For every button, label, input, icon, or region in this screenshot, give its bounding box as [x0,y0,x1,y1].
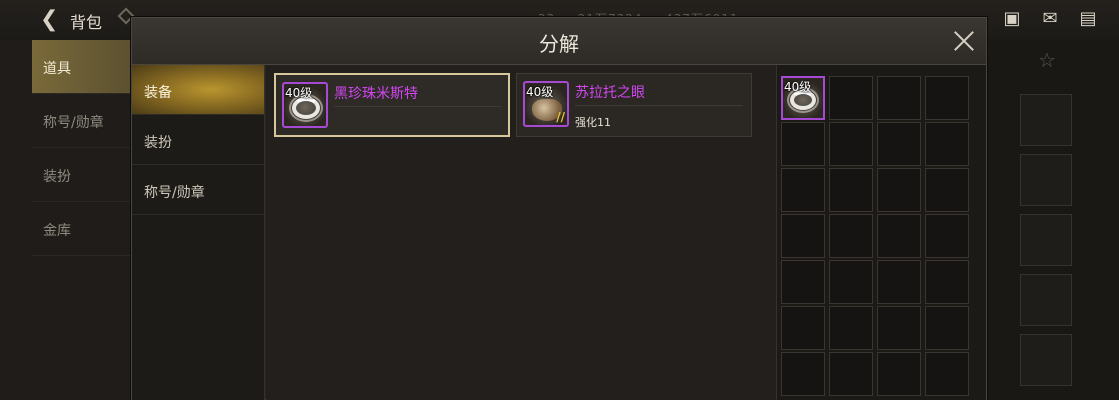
slot-level: 40级 [784,80,812,94]
tab-title-medal[interactable]: 称号/勋章 [132,165,264,215]
decompose-slot[interactable] [829,306,873,350]
bg-inventory-cell[interactable] [1020,334,1072,386]
top-icon-group: ▣ ✉ ▤ [999,8,1101,30]
decompose-slot[interactable] [829,214,873,258]
back-arrow-icon[interactable]: ❮ [40,8,64,32]
item-list: 40级 黑珍珠米斯特 40级 // 苏拉托之眼 强化11 [266,65,776,400]
decompose-slot[interactable] [925,214,969,258]
bg-nav-item[interactable]: 道具 [32,40,132,94]
bg-inventory-cell[interactable] [1020,154,1072,206]
decompose-slot[interactable] [877,352,921,396]
decompose-slot[interactable] [781,214,825,258]
decompose-slot[interactable] [829,352,873,396]
decompose-slot[interactable] [925,122,969,166]
orb-icon: 40级 // [523,81,569,127]
mail-icon[interactable]: ✉ [1037,8,1063,30]
decompose-slot[interactable] [877,260,921,304]
bg-inventory-cell[interactable] [1020,214,1072,266]
item-level: 40级 [526,85,554,99]
tab-equipment[interactable]: 装备 [132,65,264,115]
decompose-slot[interactable] [781,260,825,304]
enhance-mark-icon: // [556,110,565,124]
bg-nav-item[interactable]: 装扮 [32,148,132,202]
divider [334,106,502,107]
chat-icon[interactable]: ▤ [1075,8,1101,30]
decompose-slot[interactable] [829,260,873,304]
decompose-slot[interactable] [925,260,969,304]
decompose-slot[interactable] [877,306,921,350]
item-name: 黑珍珠米斯特 [334,86,418,102]
decompose-slot[interactable] [781,122,825,166]
decompose-slot[interactable] [925,306,969,350]
dialog-title: 分解 [539,32,579,56]
decompose-slots: 40级 [776,65,986,400]
close-icon[interactable] [950,27,978,55]
divider [575,105,743,106]
decompose-dialog: 分解 装备 装扮 称号/勋章 40级 黑珍珠米斯特 40级 // 苏拉托之眼 强… [131,17,987,400]
decompose-slot[interactable] [925,168,969,212]
bg-nav-item[interactable]: 金库 [32,202,132,256]
decompose-slot[interactable] [781,168,825,212]
dialog-header: 分解 [132,18,986,65]
decompose-slot[interactable] [829,168,873,212]
enhance-level: 强化11 [575,116,611,129]
decompose-slot[interactable] [877,168,921,212]
item-card[interactable]: 40级 // 苏拉托之眼 强化11 [516,73,752,137]
decompose-slot[interactable]: 40级 [781,76,825,120]
decompose-slot[interactable] [877,76,921,120]
item-name: 苏拉托之眼 [575,85,645,101]
bg-nav-item[interactable]: 称号/勋章 [32,94,132,148]
decompose-slot[interactable] [925,352,969,396]
bg-inventory-cell[interactable] [1020,274,1072,326]
bag-title: 背包 [70,13,103,32]
decompose-slot[interactable] [925,76,969,120]
item-card[interactable]: 40级 黑珍珠米斯特 [274,73,510,137]
bg-inventory-cell[interactable] [1020,94,1072,146]
item-level: 40级 [285,86,313,100]
pentagram-icon[interactable]: ☆ [1032,48,1062,78]
decompose-slot[interactable] [781,306,825,350]
category-tabs: 装备 装扮 称号/勋章 [132,65,265,400]
decompose-slot[interactable] [829,122,873,166]
decompose-slot[interactable] [781,352,825,396]
decompose-slot[interactable] [829,76,873,120]
ring-icon: 40级 [282,82,328,128]
tab-costume[interactable]: 装扮 [132,115,264,165]
decompose-slot[interactable] [877,214,921,258]
decompose-slot[interactable] [877,122,921,166]
gift-icon[interactable]: ▣ [999,8,1025,30]
